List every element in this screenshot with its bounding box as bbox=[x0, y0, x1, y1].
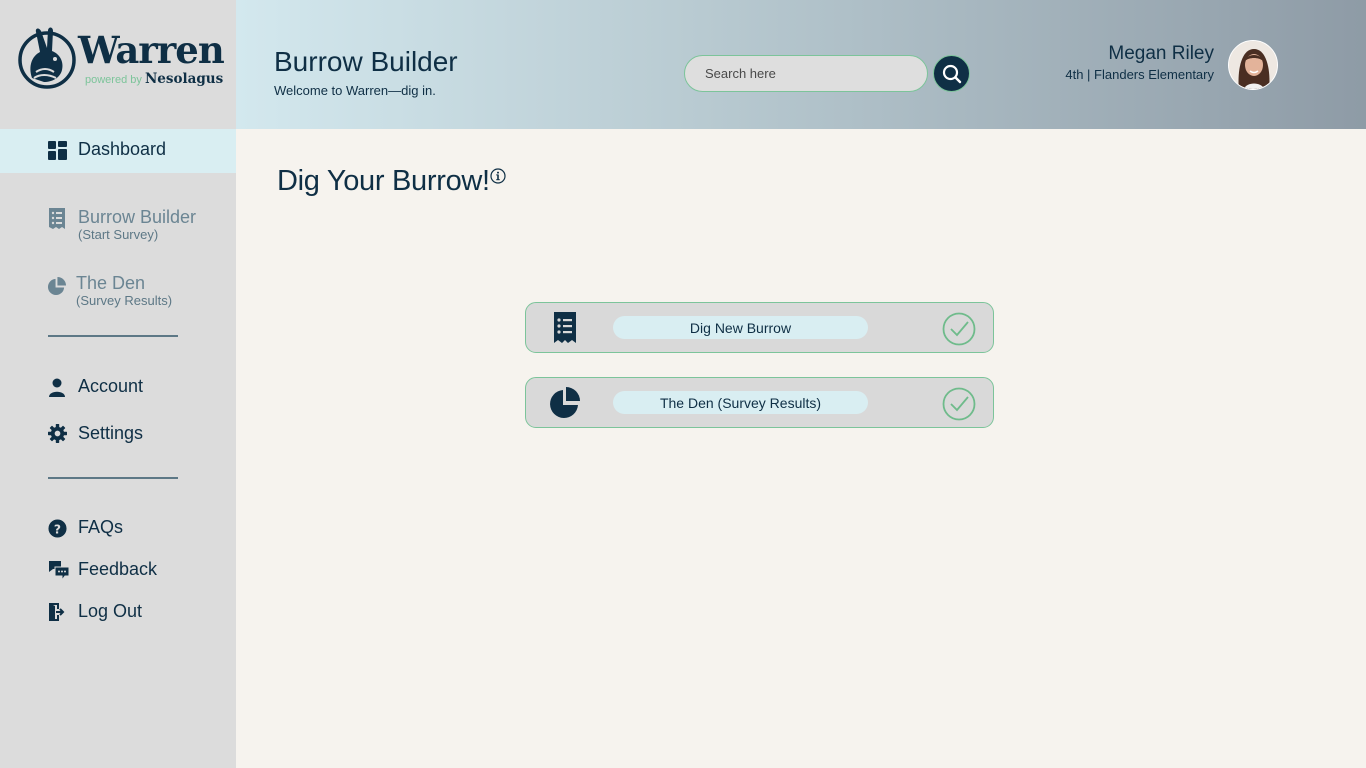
sidebar-item-the-den[interactable]: The Den (Survey Results) bbox=[0, 271, 236, 315]
survey-icon bbox=[49, 208, 65, 229]
sidebar-item-sublabel: (Survey Results) bbox=[76, 293, 173, 308]
avatar[interactable] bbox=[1228, 40, 1278, 90]
sidebar-item-dashboard[interactable]: Dashboard bbox=[0, 129, 236, 173]
page-title: Dig Your Burrow! bbox=[277, 165, 490, 197]
svg-text:?: ? bbox=[54, 522, 61, 536]
brand-name: Warren bbox=[78, 28, 225, 72]
sidebar-divider bbox=[48, 477, 178, 479]
header-title: Burrow Builder bbox=[274, 46, 458, 77]
sidebar: Warren powered by Nesolagus Dashboard Bu… bbox=[0, 0, 236, 768]
top-header: Burrow Builder Welcome to Warren—dig in.… bbox=[236, 0, 1366, 129]
search-input[interactable] bbox=[684, 55, 928, 92]
sidebar-divider bbox=[48, 335, 178, 337]
user-meta: 4th | Flanders Elementary bbox=[1065, 67, 1214, 82]
dig-new-burrow-card[interactable]: Dig New Burrow bbox=[525, 302, 994, 353]
chat-icon bbox=[49, 561, 70, 581]
check-circle-icon bbox=[942, 312, 976, 346]
header-subtitle: Welcome to Warren—dig in. bbox=[274, 83, 436, 98]
pie-chart-icon bbox=[47, 277, 66, 296]
sidebar-item-label: Burrow Builder bbox=[78, 207, 197, 227]
powered-by-text: powered by bbox=[85, 74, 142, 86]
rabbit-logo-icon bbox=[18, 27, 76, 89]
sidebar-item-label: FAQs bbox=[78, 517, 124, 537]
survey-icon bbox=[554, 312, 576, 343]
dashboard-icon bbox=[48, 141, 67, 160]
user-icon bbox=[49, 378, 65, 397]
sidebar-item-label: Account bbox=[78, 376, 144, 396]
logout-icon bbox=[49, 603, 65, 621]
sidebar-item-log-out[interactable]: Log Out bbox=[0, 599, 236, 627]
sidebar-item-label: The Den bbox=[76, 273, 146, 293]
search-icon bbox=[942, 64, 962, 84]
sidebar-item-settings[interactable]: Settings bbox=[0, 421, 236, 449]
sidebar-item-label: Dashboard bbox=[78, 139, 167, 159]
info-icon[interactable] bbox=[490, 168, 506, 184]
sidebar-item-label: Feedback bbox=[78, 559, 158, 579]
user-name: Megan Riley bbox=[1108, 43, 1214, 64]
warren-logo[interactable]: Warren powered by Nesolagus bbox=[18, 26, 225, 96]
sidebar-item-burrow-builder[interactable]: Burrow Builder (Start Survey) bbox=[0, 203, 236, 247]
sidebar-item-account[interactable]: Account bbox=[0, 374, 236, 402]
sidebar-item-sublabel: (Start Survey) bbox=[78, 227, 159, 242]
sidebar-item-label: Settings bbox=[78, 423, 144, 443]
pie-chart-icon bbox=[550, 387, 580, 418]
the-den-card[interactable]: The Den (Survey Results) bbox=[525, 377, 994, 428]
brand-powered-by: powered by Nesolagus bbox=[85, 71, 223, 87]
card-label: The Den (Survey Results) bbox=[613, 391, 868, 414]
sidebar-item-feedback[interactable]: Feedback bbox=[0, 557, 236, 585]
check-circle-icon bbox=[942, 387, 976, 421]
question-icon: ? bbox=[48, 519, 67, 538]
gear-icon bbox=[48, 424, 67, 443]
sidebar-item-faqs[interactable]: ? FAQs bbox=[0, 515, 236, 543]
company-name: Nesolagus bbox=[144, 71, 224, 87]
user-photo-icon bbox=[1229, 41, 1277, 89]
sidebar-item-label: Log Out bbox=[78, 601, 143, 621]
search-button[interactable] bbox=[933, 55, 970, 92]
card-label: Dig New Burrow bbox=[613, 316, 868, 339]
